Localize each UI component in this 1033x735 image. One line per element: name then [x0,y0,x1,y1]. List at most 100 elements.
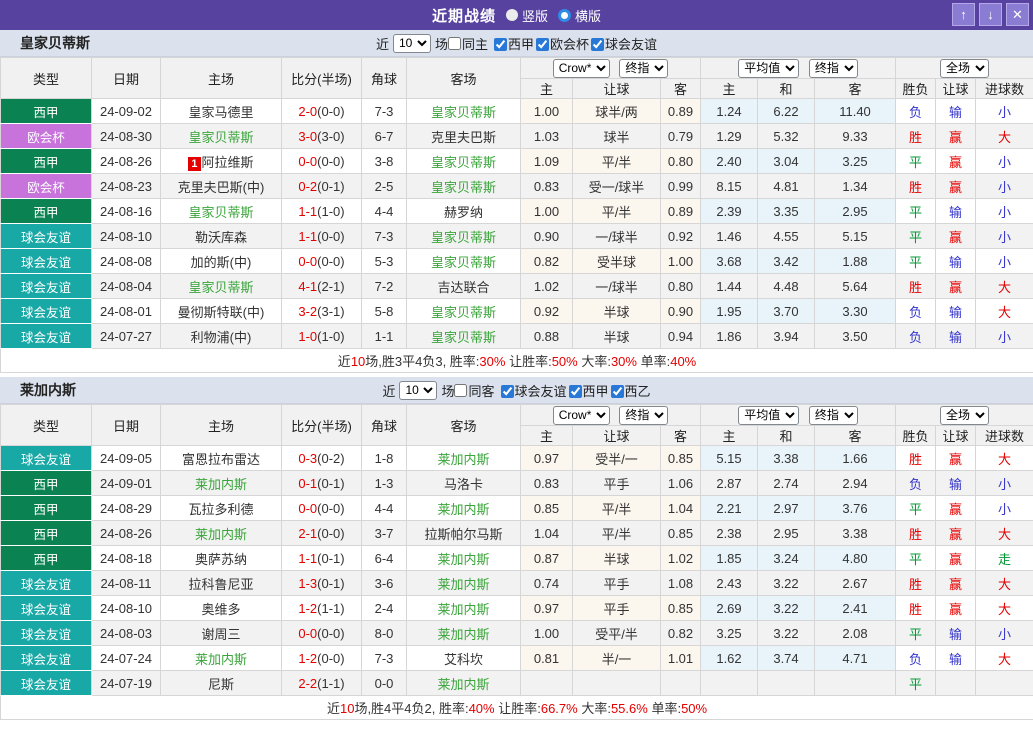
home-team-link[interactable]: 莱加内斯 [195,527,247,542]
league-checkbox[interactable] [569,385,582,398]
avg-draw-odds: 3.22 [758,571,815,596]
match-score: 1-2(0-0) [282,646,362,671]
move-up-button[interactable]: ↑ [952,3,975,26]
home-team-link[interactable]: 尼斯 [208,677,234,692]
away-team-link[interactable]: 赫罗纳 [444,205,483,220]
average-select[interactable]: 平均值 [738,406,799,425]
avg-draw-odds: 4.48 [758,274,815,299]
home-team-link[interactable]: 利物浦(中) [191,330,252,345]
home-team-cell: 克里夫巴斯(中) [161,174,282,199]
home-team-link[interactable]: 加的斯(中) [191,255,252,270]
match-date: 24-08-08 [92,249,161,274]
match-row: 球会友谊24-08-10勒沃库森1-1(0-0)7-3皇家贝蒂斯0.90一/球半… [1,224,1033,249]
away-team-link[interactable]: 拉斯帕尔马斯 [424,527,502,542]
half-time-score: (1-0) [317,204,344,219]
away-team-link[interactable]: 马洛卡 [444,477,483,492]
avg-away-odds: 3.76 [815,496,896,521]
league-type-badge: 球会友谊 [1,671,92,696]
away-team-cell: 莱加内斯 [407,496,521,521]
full-match-select[interactable]: 全场 [940,59,989,78]
same-venue-checkbox[interactable] [448,37,461,50]
away-team-link[interactable]: 皇家贝蒂斯 [431,330,496,345]
odds-company-select[interactable]: Crow* [553,406,610,425]
avg-away-odds: 3.25 [815,149,896,174]
away-odds [661,671,701,696]
home-team-link[interactable]: 谢周三 [201,627,240,642]
away-team-link[interactable]: 吉达联合 [437,280,489,295]
home-team-link[interactable]: 阿拉维斯 [202,155,254,170]
home-team-link[interactable]: 拉科鲁尼亚 [188,577,253,592]
home-team-link[interactable]: 曼彻斯特联(中) [178,305,265,320]
final-odds-select[interactable]: 终指 [619,406,668,425]
league-checkbox[interactable] [501,385,514,398]
match-row: 西甲24-08-18奥萨苏纳1-1(0-1)6-4莱加内斯0.87半球1.021… [1,546,1033,571]
layout-vertical-radio[interactable]: 竖版 [506,6,548,25]
home-team-link[interactable]: 富恩拉布雷达 [182,452,260,467]
league-checkbox[interactable] [536,38,549,51]
home-team-cell: 奥萨苏纳 [161,546,282,571]
away-team-cell: 皇家贝蒂斯 [407,99,521,124]
home-team-link[interactable]: 皇家贝蒂斯 [188,205,253,220]
home-team-link[interactable]: 奥萨苏纳 [195,552,247,567]
away-team-link[interactable]: 皇家贝蒂斯 [431,180,496,195]
away-team-link[interactable]: 莱加内斯 [437,577,489,592]
away-team-link[interactable]: 莱加内斯 [437,602,489,617]
league-checkbox[interactable] [494,38,507,51]
league-filters: 球会友谊西甲西乙 [499,381,651,400]
league-checkbox[interactable] [591,38,604,51]
away-team-link[interactable]: 艾科坎 [444,652,483,667]
handicap-line: 受一/球半 [573,174,661,199]
match-count-select[interactable]: 10 [399,381,437,400]
home-team-link[interactable]: 皇家马德里 [188,105,253,120]
layout-horizontal-radio[interactable]: 横版 [558,6,601,25]
final-odds-select-2[interactable]: 终指 [809,406,858,425]
away-team-link[interactable]: 克里夫巴斯 [431,130,496,145]
full-time-score: 4-1 [298,279,317,294]
home-team-link[interactable]: 瓦拉多利德 [188,502,253,517]
full-time-score: 1-3 [298,576,317,591]
home-odds: 1.00 [521,99,573,124]
close-button[interactable]: ✕ [1006,3,1029,26]
odds-company-select[interactable]: Crow* [553,59,610,78]
away-team-link[interactable]: 莱加内斯 [437,502,489,517]
same-venue-checkbox[interactable] [454,384,467,397]
match-count-select[interactable]: 10 [393,34,431,53]
away-team-link[interactable]: 皇家贝蒂斯 [431,230,496,245]
avg-draw-odds: 3.24 [758,546,815,571]
home-team-link[interactable]: 皇家贝蒂斯 [188,280,253,295]
home-team-link[interactable]: 奥维多 [201,602,240,617]
half-time-score: (3-1) [317,304,344,319]
home-team-link[interactable]: 莱加内斯 [195,652,247,667]
avg-draw-odds: 5.32 [758,124,815,149]
final-odds-select-2[interactable]: 终指 [809,59,858,78]
away-team-link[interactable]: 莱加内斯 [437,452,489,467]
away-team-link[interactable]: 皇家贝蒂斯 [431,155,496,170]
away-team-cell: 莱加内斯 [407,446,521,471]
home-team-link[interactable]: 勒沃库森 [195,230,247,245]
avg-draw-odds: 3.94 [758,324,815,349]
away-team-cell: 皇家贝蒂斯 [407,174,521,199]
away-team-link[interactable]: 皇家贝蒂斯 [431,305,496,320]
home-team-link[interactable]: 皇家贝蒂斯 [188,130,253,145]
final-odds-select[interactable]: 终指 [619,59,668,78]
away-team-link[interactable]: 皇家贝蒂斯 [431,255,496,270]
away-team-link[interactable]: 莱加内斯 [437,627,489,642]
col-header-score: 比分(半场) [282,58,362,99]
away-team-link[interactable]: 莱加内斯 [437,677,489,692]
away-odds: 0.89 [661,99,701,124]
home-team-cell: 勒沃库森 [161,224,282,249]
corner-score: 6-7 [362,124,407,149]
match-date: 24-08-03 [92,621,161,646]
away-team-link[interactable]: 莱加内斯 [437,552,489,567]
home-team-link[interactable]: 莱加内斯 [195,477,247,492]
handicap-result-cell: 输 [936,199,976,224]
home-team-cell: 莱加内斯 [161,521,282,546]
league-checkbox[interactable] [611,385,624,398]
average-select[interactable]: 平均值 [738,59,799,78]
away-team-link[interactable]: 皇家贝蒂斯 [431,105,496,120]
full-match-select[interactable]: 全场 [940,406,989,425]
league-label: 欧会杯 [550,37,589,52]
move-down-button[interactable]: ↓ [979,3,1002,26]
half-time-score: (0-0) [317,651,344,666]
home-team-link[interactable]: 克里夫巴斯(中) [178,180,265,195]
